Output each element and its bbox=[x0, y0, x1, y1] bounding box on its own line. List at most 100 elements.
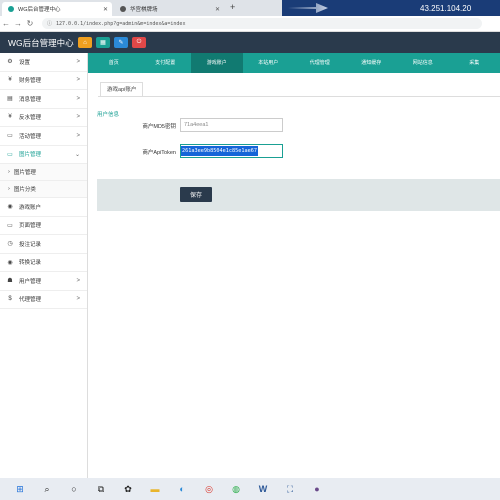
forward-button[interactable]: → bbox=[12, 19, 24, 28]
monitor-icon: ▭ bbox=[7, 222, 13, 229]
sidebar-item-pages[interactable]: ▭ 页面管理 bbox=[0, 217, 87, 235]
sidebar-item-label: 投注记录 bbox=[19, 241, 42, 248]
clock-icon: ◷ bbox=[7, 241, 13, 248]
md5-key-value: 71a4eea1 bbox=[184, 122, 209, 128]
nav-site-users[interactable]: 本站用户 bbox=[243, 53, 295, 73]
edit-button[interactable]: ✎ bbox=[114, 37, 128, 48]
app-icon-2[interactable]: ● bbox=[310, 482, 324, 496]
sidebar-item-settings[interactable]: ⚙ 设置 > bbox=[0, 53, 87, 72]
arrow-icon: › bbox=[8, 186, 10, 192]
sidebar-item-label: 图片管理 bbox=[13, 170, 36, 176]
chrome-icon[interactable]: ◎ bbox=[202, 482, 216, 496]
windows-start-icon[interactable]: ⊞ bbox=[13, 482, 27, 496]
network-icon[interactable]: ⛶ bbox=[283, 482, 297, 496]
taskbar: ⊞ ⌕ ○ ⧉ ✿ ▬ ◐ ◎ ◍ W ⛶ ● bbox=[0, 478, 500, 500]
search-icon[interactable]: ⌕ bbox=[40, 482, 54, 496]
info-icon[interactable]: ⓘ bbox=[47, 20, 52, 27]
chevron-down-icon: ⌄ bbox=[74, 151, 80, 158]
sidebar-item-rebate[interactable]: ¥ 反水管理 > bbox=[0, 109, 87, 127]
tab-title: 华宫棋牌场 bbox=[130, 7, 158, 13]
users-icon: ☗ bbox=[7, 278, 13, 285]
favicon-icon bbox=[120, 6, 126, 12]
sidebar-item-label: 活动管理 bbox=[19, 133, 42, 140]
sidebar-subitem-image-category[interactable]: › 图片分类 bbox=[0, 181, 87, 198]
gamepad-icon: ◉ bbox=[7, 259, 13, 266]
chevron-right-icon: > bbox=[76, 95, 80, 102]
edge-icon[interactable]: ◐ bbox=[175, 482, 189, 496]
sidebar-item-bets[interactable]: ◷ 投注记录 bbox=[0, 235, 87, 254]
sidebar-item-messages[interactable]: ▤ 消息管理 > bbox=[0, 90, 87, 109]
nav-site-info[interactable]: 网站信息 bbox=[397, 53, 449, 73]
url-field[interactable]: ⓘ 127.0.0.1/index.php?g=admin&m=index&a=… bbox=[42, 18, 482, 29]
section-title: 用户信息 bbox=[97, 112, 120, 118]
nav-notify-cache[interactable]: 通知缓存 bbox=[346, 53, 398, 73]
wechat-icon[interactable]: ◍ bbox=[229, 482, 243, 496]
nav-payment-config[interactable]: 支付配置 bbox=[140, 53, 192, 73]
browser-tab-strip: WG后台管理中心 ✕ 华宫棋牌场 ✕ + 43.251.104.20 bbox=[0, 0, 500, 16]
md5-key-input[interactable]: 71a4eea1 bbox=[180, 118, 283, 132]
tab-game-api-account[interactable]: 游戏api账户 bbox=[100, 82, 144, 96]
gear-icon: ⚙ bbox=[7, 59, 13, 66]
sidebar-item-finance[interactable]: ¥ 财务管理 > bbox=[0, 72, 87, 90]
pencil-icon: ✎ bbox=[118, 40, 124, 46]
sidebar-item-label: 反水管理 bbox=[19, 115, 42, 122]
favicon-icon bbox=[8, 6, 14, 12]
monitor-icon: ▭ bbox=[7, 151, 13, 158]
dollar-icon: $ bbox=[8, 296, 12, 303]
chevron-right-icon: > bbox=[76, 277, 80, 284]
sidebar-item-users[interactable]: ☗ 用户管理 > bbox=[0, 272, 87, 291]
home-icon: ⌂ bbox=[83, 39, 87, 46]
sidebar-item-label: 页面管理 bbox=[19, 223, 42, 230]
sidebar-item-label: 财务管理 bbox=[19, 78, 42, 85]
browser-tab-site[interactable]: 华宫棋牌场 ✕ bbox=[114, 2, 224, 16]
sidebar-item-label: 游戏账户 bbox=[19, 204, 42, 211]
app-title: WG后台管理中心 bbox=[8, 37, 74, 48]
api-token-input[interactable]: 261a3ee9b8504e1c85e1ae67 bbox=[180, 144, 283, 158]
sidebar-item-agents[interactable]: $ 代理管理 > bbox=[0, 291, 87, 309]
logout-button[interactable]: ⏻ bbox=[132, 37, 146, 48]
nav-home[interactable]: 首页 bbox=[88, 53, 140, 73]
nav-collect[interactable]: 采集 bbox=[449, 53, 500, 73]
sidebar-subitem-image-manage[interactable]: › 图片管理 bbox=[0, 164, 87, 181]
home-button[interactable]: ⌂ bbox=[78, 37, 92, 48]
close-tab-icon[interactable]: ✕ bbox=[215, 6, 220, 13]
ip-address: 43.251.104.20 bbox=[420, 3, 472, 13]
sidebar-item-activities[interactable]: ▭ 活动管理 > bbox=[0, 127, 87, 146]
word-icon[interactable]: W bbox=[256, 482, 270, 496]
chevron-right-icon: > bbox=[76, 132, 80, 139]
nav-game-accounts[interactable]: 游戏账户 bbox=[191, 53, 243, 73]
chevron-right-icon: > bbox=[76, 114, 80, 121]
sidebar-item-label: 设置 bbox=[19, 59, 31, 66]
task-view-icon[interactable]: ⧉ bbox=[94, 482, 108, 496]
md5-key-label: 商户MD5密钥 bbox=[142, 124, 176, 130]
arrow-icon bbox=[288, 3, 328, 13]
sidebar-item-transfers[interactable]: ◉ 转换记录 bbox=[0, 254, 87, 272]
yen-icon: ¥ bbox=[8, 114, 12, 121]
app-icon[interactable]: ✿ bbox=[121, 482, 135, 496]
cortana-icon[interactable]: ○ bbox=[67, 482, 81, 496]
chevron-right-icon: > bbox=[76, 296, 80, 303]
api-token-value: 261a3ee9b8504e1c85e1ae67 bbox=[181, 146, 258, 156]
chevron-right-icon: > bbox=[76, 77, 80, 84]
new-tab-button[interactable]: + bbox=[230, 2, 235, 12]
sidebar-item-label: 图片分类 bbox=[13, 187, 36, 193]
sidebar-item-images[interactable]: ▭ 图片管理 ⌄ bbox=[0, 146, 87, 164]
save-button[interactable]: 保存 bbox=[180, 187, 212, 202]
form-actions: 保存 bbox=[97, 179, 500, 211]
back-button[interactable]: ← bbox=[0, 19, 12, 28]
chevron-right-icon: > bbox=[76, 58, 80, 65]
book-icon: ▤ bbox=[7, 96, 13, 103]
tab-title: WG后台管理中心 bbox=[18, 7, 61, 13]
main-content: 游戏api账户 用户信息 商户MD5密钥 71a4eea1 商户ApiToken… bbox=[88, 73, 500, 478]
sidebar-item-label: 代理管理 bbox=[19, 297, 42, 304]
sidebar-item-game-accounts[interactable]: ◉ 游戏账户 bbox=[0, 198, 87, 217]
sidebar-item-label: 消息管理 bbox=[19, 96, 42, 103]
api-token-label: 商户ApiToken bbox=[142, 150, 176, 156]
file-explorer-icon[interactable]: ▬ bbox=[148, 482, 162, 496]
browser-tab-admin[interactable]: WG后台管理中心 ✕ bbox=[2, 2, 112, 16]
reload-button[interactable]: ↻ bbox=[24, 19, 36, 28]
nav-agent-manage[interactable]: 代理管理 bbox=[294, 53, 346, 73]
tab-divider bbox=[98, 96, 500, 97]
grid-button[interactable]: ▦ bbox=[96, 37, 110, 48]
close-tab-icon[interactable]: ✕ bbox=[103, 6, 108, 13]
